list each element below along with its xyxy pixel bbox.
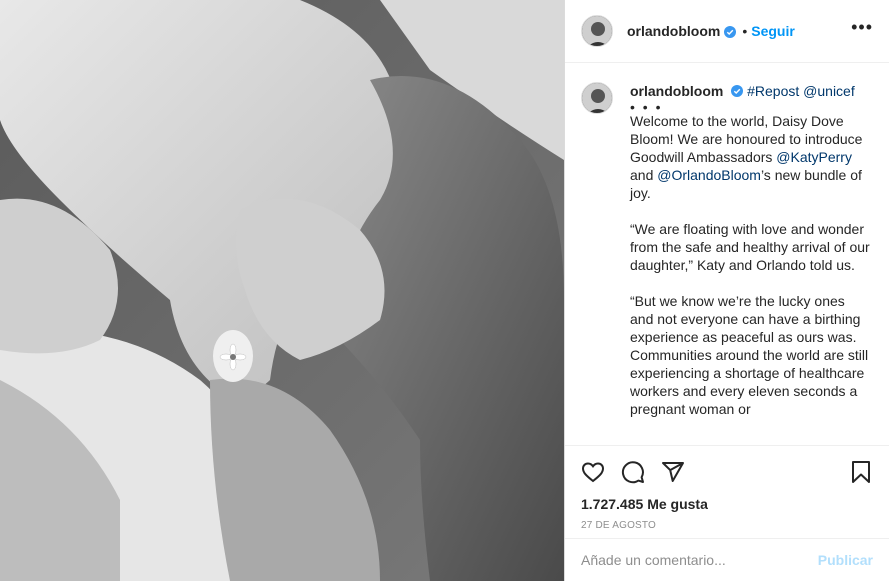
heart-icon[interactable] — [581, 460, 605, 484]
comment-input[interactable] — [581, 552, 818, 568]
caption-text: orlandobloom #Repost @unicef • • • Welco… — [630, 82, 870, 436]
caption-paragraph-2: “We are floating with love and wonder fr… — [630, 221, 874, 273]
publish-button[interactable]: Publicar — [818, 552, 873, 568]
caption-avatar[interactable] — [581, 82, 613, 114]
username-link[interactable]: orlandobloom — [627, 23, 720, 39]
follow-button[interactable]: Seguir — [751, 23, 795, 39]
likes-number: 1.727.485 — [581, 496, 644, 512]
post-image — [0, 0, 564, 581]
caption-username-link[interactable]: orlandobloom — [630, 83, 723, 99]
post-actions: 1.727.485 Me gusta 27 DE AGOSTO — [565, 445, 889, 538]
repost-hashtag-link[interactable]: #Repost — [747, 83, 799, 99]
post-photo[interactable] — [0, 0, 564, 581]
repost-user-link[interactable]: @unicef — [803, 83, 855, 99]
verified-badge-icon — [724, 25, 737, 38]
caption-dots: • • • — [630, 99, 663, 115]
comment-form: Publicar — [565, 538, 889, 581]
mention-orlandobloom-link[interactable]: @OrlandoBloom — [657, 167, 761, 183]
caption-paragraph-1: Welcome to the world, Daisy Dove Bloom! … — [630, 112, 870, 202]
avatar[interactable] — [581, 15, 613, 47]
post-date[interactable]: 27 DE AGOSTO — [581, 520, 873, 531]
caption-verified-badge-icon — [731, 83, 744, 97]
post-header: orlandobloom • Seguir ••• — [565, 0, 889, 63]
share-icon[interactable] — [661, 460, 685, 484]
likes-count[interactable]: 1.727.485 Me gusta — [581, 496, 873, 512]
more-options-icon[interactable]: ••• — [851, 18, 873, 36]
post-side-panel: orlandobloom • Seguir ••• orlandobloom #… — [564, 0, 889, 581]
separator-dot: • — [742, 23, 748, 39]
likes-label: Me gusta — [647, 496, 708, 512]
caption: orlandobloom #Repost @unicef • • • Welco… — [581, 82, 873, 436]
caption-paragraph-3: “But we know we’re the lucky ones and no… — [630, 293, 872, 417]
caption-scroll-area[interactable]: orlandobloom #Repost @unicef • • • Welco… — [565, 64, 889, 444]
mention-katyperry-link[interactable]: @KatyPerry — [776, 149, 852, 165]
comment-icon[interactable] — [621, 460, 645, 484]
bookmark-icon[interactable] — [849, 460, 873, 484]
